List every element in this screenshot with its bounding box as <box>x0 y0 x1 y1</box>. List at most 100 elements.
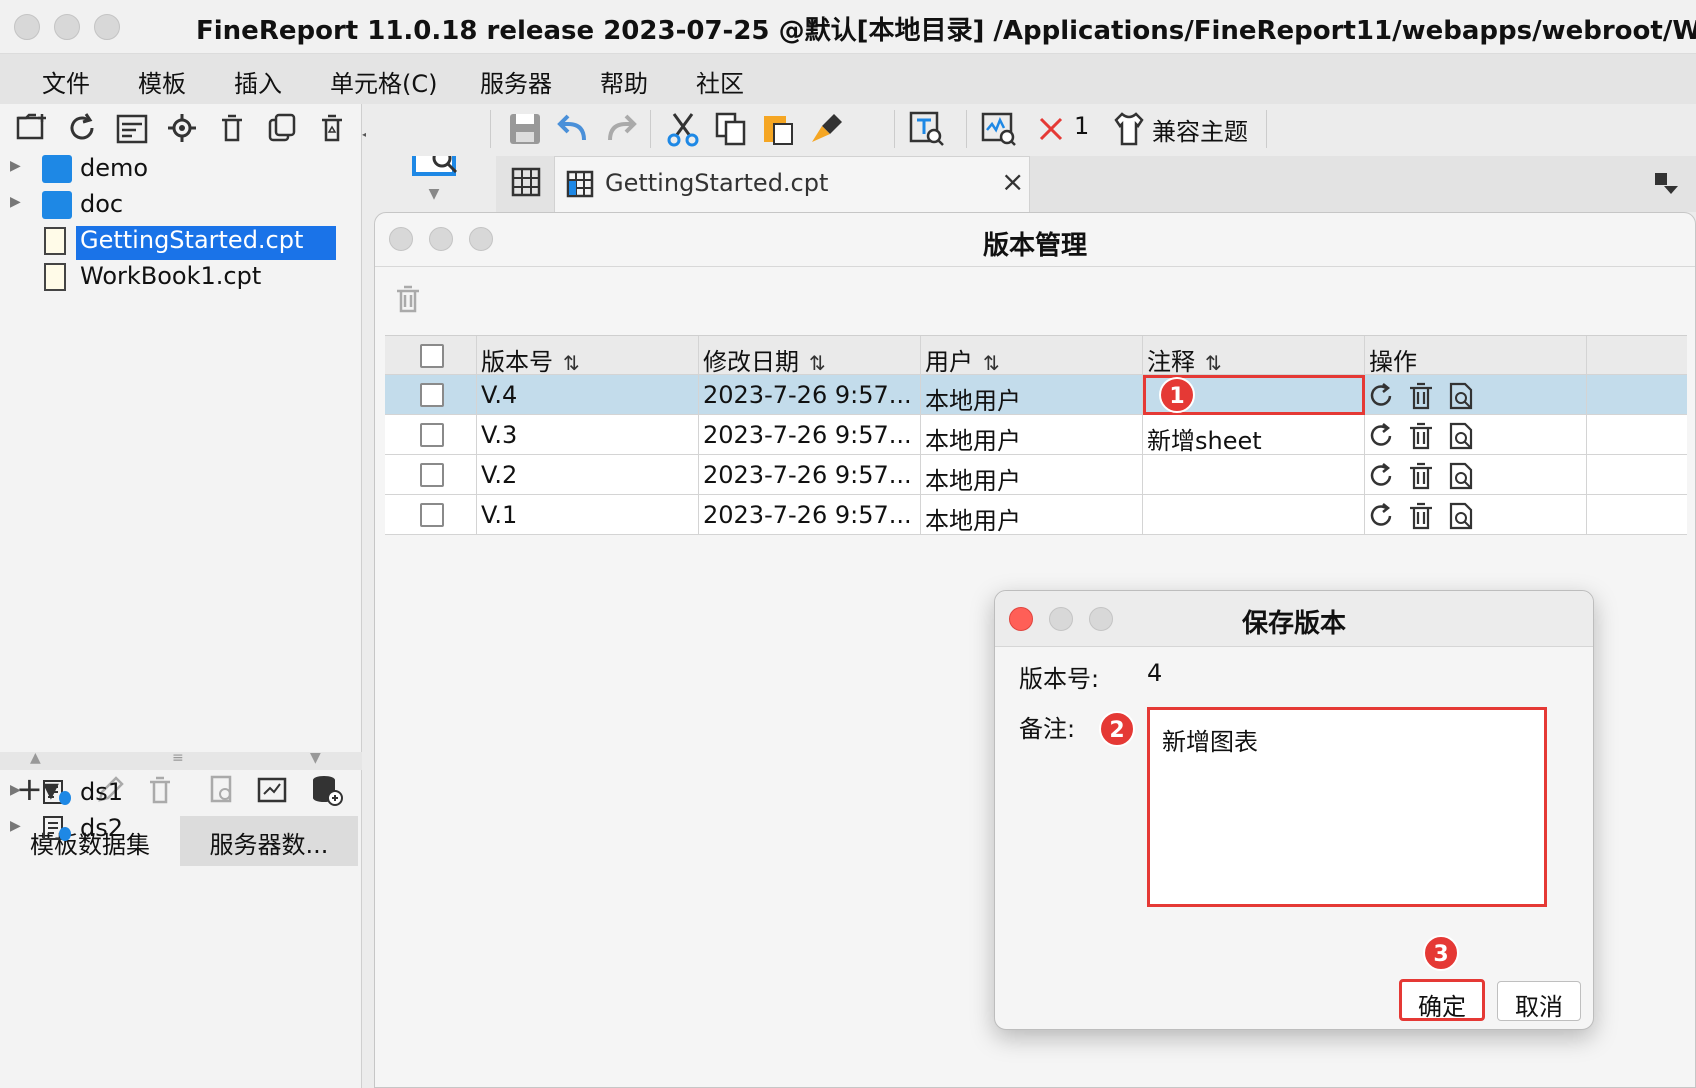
text-search-icon[interactable] <box>908 110 946 148</box>
expand-arrow-icon[interactable]: ▶ <box>10 818 21 834</box>
delete-icon[interactable] <box>393 283 423 315</box>
cut-icon[interactable] <box>664 110 702 148</box>
tree-item-doc[interactable]: ▶ doc <box>0 188 362 224</box>
preview-icon[interactable] <box>1447 462 1475 490</box>
tree-item-demo[interactable]: ▶ demo <box>0 152 362 188</box>
table-row[interactable]: V.2 2023-7-26 9:57... 本地用户 <box>385 455 1687 495</box>
theme-shirt-icon[interactable] <box>1112 110 1146 148</box>
delete-icon[interactable] <box>1407 462 1435 490</box>
expand-arrow-icon[interactable]: ▶ <box>10 158 21 174</box>
preview-icon[interactable] <box>1447 382 1475 410</box>
expand-arrow-icon[interactable]: ▶ <box>10 782 21 798</box>
cancel-button[interactable]: 取消 <box>1497 981 1581 1021</box>
recycle-bin-icon[interactable] <box>314 110 350 146</box>
tree-item-label: GettingStarted.cpt <box>76 226 336 260</box>
expand-arrow-icon[interactable]: ▶ <box>10 194 21 210</box>
menu-cell[interactable]: 单元格(C) <box>330 64 437 99</box>
new-folder-icon[interactable] <box>14 110 50 146</box>
user-cell: 本地用户 <box>921 455 1143 495</box>
tree-item-gettingstarted[interactable]: GettingStarted.cpt <box>0 224 362 260</box>
delete-icon[interactable] <box>214 110 250 146</box>
undo-icon[interactable] <box>554 110 592 148</box>
close-tab-icon[interactable]: × <box>1001 165 1024 198</box>
refresh-icon[interactable] <box>64 110 100 146</box>
sort-icon[interactable]: ⇅ <box>563 351 580 375</box>
tree-item-ds2[interactable]: ▶ ds2 <box>0 812 362 848</box>
row-checkbox[interactable] <box>420 463 444 487</box>
delete-icon[interactable] <box>1407 502 1435 530</box>
delete-icon[interactable] <box>1407 382 1435 410</box>
close-window-button[interactable] <box>14 14 40 40</box>
note-cell[interactable]: 新增sheet <box>1143 415 1365 455</box>
new-template-icon[interactable] <box>510 166 544 200</box>
column-header-user[interactable]: 用户 ⇅ <box>921 336 1143 376</box>
tab-list-dropdown-icon[interactable] <box>1652 170 1682 200</box>
zoom-window-button[interactable] <box>94 14 120 40</box>
step-badge-1: 1 <box>1159 377 1195 413</box>
row-checkbox[interactable] <box>420 423 444 447</box>
drag-handle-icon[interactable]: ≡ <box>172 750 184 766</box>
chart-check-icon[interactable] <box>980 110 1018 148</box>
restore-icon[interactable] <box>1367 502 1395 530</box>
collapse-up-icon[interactable]: ▲ <box>30 750 41 766</box>
sort-icon[interactable]: ⇅ <box>983 351 1000 375</box>
restore-icon[interactable] <box>1367 382 1395 410</box>
confirm-button[interactable]: 确定 <box>1399 979 1485 1021</box>
table-row[interactable]: V.3 2023-7-26 9:57... 本地用户 新增sheet <box>385 415 1687 455</box>
note-label: 备注: <box>1019 715 1076 743</box>
compat-theme-button[interactable]: 兼容主题 <box>1152 112 1248 147</box>
actions-cell <box>1365 375 1587 415</box>
table-row[interactable]: V.1 2023-7-26 9:57... 本地用户 <box>385 495 1687 535</box>
chevron-down-icon[interactable]: ▼ <box>388 186 480 202</box>
menu-template[interactable]: 模板 <box>138 64 186 99</box>
tab-gettingstarted[interactable]: GettingStarted.cpt × <box>554 156 1030 212</box>
restore-icon[interactable] <box>1367 422 1395 450</box>
restore-icon[interactable] <box>1367 462 1395 490</box>
column-header-note[interactable]: 注释 ⇅ <box>1143 336 1365 376</box>
version-table: 版本号 ⇅ 修改日期 ⇅ 用户 ⇅ 注释 ⇅ 操作 V.4 2023-7-26 9:57… <box>385 335 1687 535</box>
menu-insert[interactable]: 插入 <box>234 64 282 99</box>
column-header-label: 修改日期 <box>703 348 799 376</box>
minimize-window-button[interactable] <box>54 14 80 40</box>
note-textarea[interactable]: 新增图表 <box>1147 707 1547 907</box>
tree-item-ds1[interactable]: ▶ ds1 <box>0 776 362 812</box>
step-badge-3: 3 <box>1423 935 1459 971</box>
menu-file[interactable]: 文件 <box>42 64 90 99</box>
left-panel: ◀ ▶ demo ▶ doc GettingStarted.cpt WorkBo… <box>0 104 374 1088</box>
note-cell[interactable] <box>1143 495 1365 535</box>
tree-item-label: ds1 <box>80 778 124 806</box>
menu-community[interactable]: 社区 <box>696 64 744 99</box>
row-checkbox[interactable] <box>420 503 444 527</box>
panel-splitter[interactable]: ▲ ≡ ▼ <box>0 750 362 770</box>
redo-icon[interactable] <box>602 110 640 148</box>
column-header-label: 版本号 <box>481 348 553 376</box>
version-number-label: 版本号: <box>1019 665 1100 693</box>
copy-icon[interactable] <box>264 110 300 146</box>
save-icon[interactable] <box>506 110 544 148</box>
file-icon <box>44 263 66 291</box>
column-header-version[interactable]: 版本号 ⇅ <box>477 336 699 376</box>
copy-icon[interactable] <box>712 110 750 148</box>
collapse-down-icon[interactable]: ▼ <box>310 750 321 766</box>
menu-help[interactable]: 帮助 <box>600 64 648 99</box>
tree-item-workbook1[interactable]: WorkBook1.cpt <box>0 260 362 296</box>
error-icon[interactable] <box>1036 114 1066 144</box>
settings-gear-icon[interactable] <box>164 110 200 146</box>
format-painter-icon[interactable] <box>808 110 846 148</box>
paste-icon[interactable] <box>760 110 798 148</box>
menu-server[interactable]: 服务器 <box>480 64 552 99</box>
save-version-dialog: 保存版本 版本号: 4 备注: 2 新增图表 3 确定 取消 <box>994 590 1594 1030</box>
table-row[interactable]: V.4 2023-7-26 9:57... 本地用户 <box>385 375 1687 415</box>
template-info-icon[interactable] <box>114 110 150 146</box>
note-cell[interactable] <box>1143 455 1365 495</box>
row-checkbox[interactable] <box>420 383 444 407</box>
select-all-checkbox[interactable] <box>420 344 444 368</box>
save-version-title: 保存版本 <box>1241 609 1346 639</box>
preview-icon[interactable] <box>1447 422 1475 450</box>
table-header: 版本号 ⇅ 修改日期 ⇅ 用户 ⇅ 注释 ⇅ 操作 <box>385 335 1687 376</box>
column-header-date[interactable]: 修改日期 ⇅ <box>699 336 921 376</box>
sort-icon[interactable]: ⇅ <box>809 351 826 375</box>
delete-icon[interactable] <box>1407 422 1435 450</box>
preview-icon[interactable] <box>1447 502 1475 530</box>
sort-icon[interactable]: ⇅ <box>1205 351 1222 375</box>
